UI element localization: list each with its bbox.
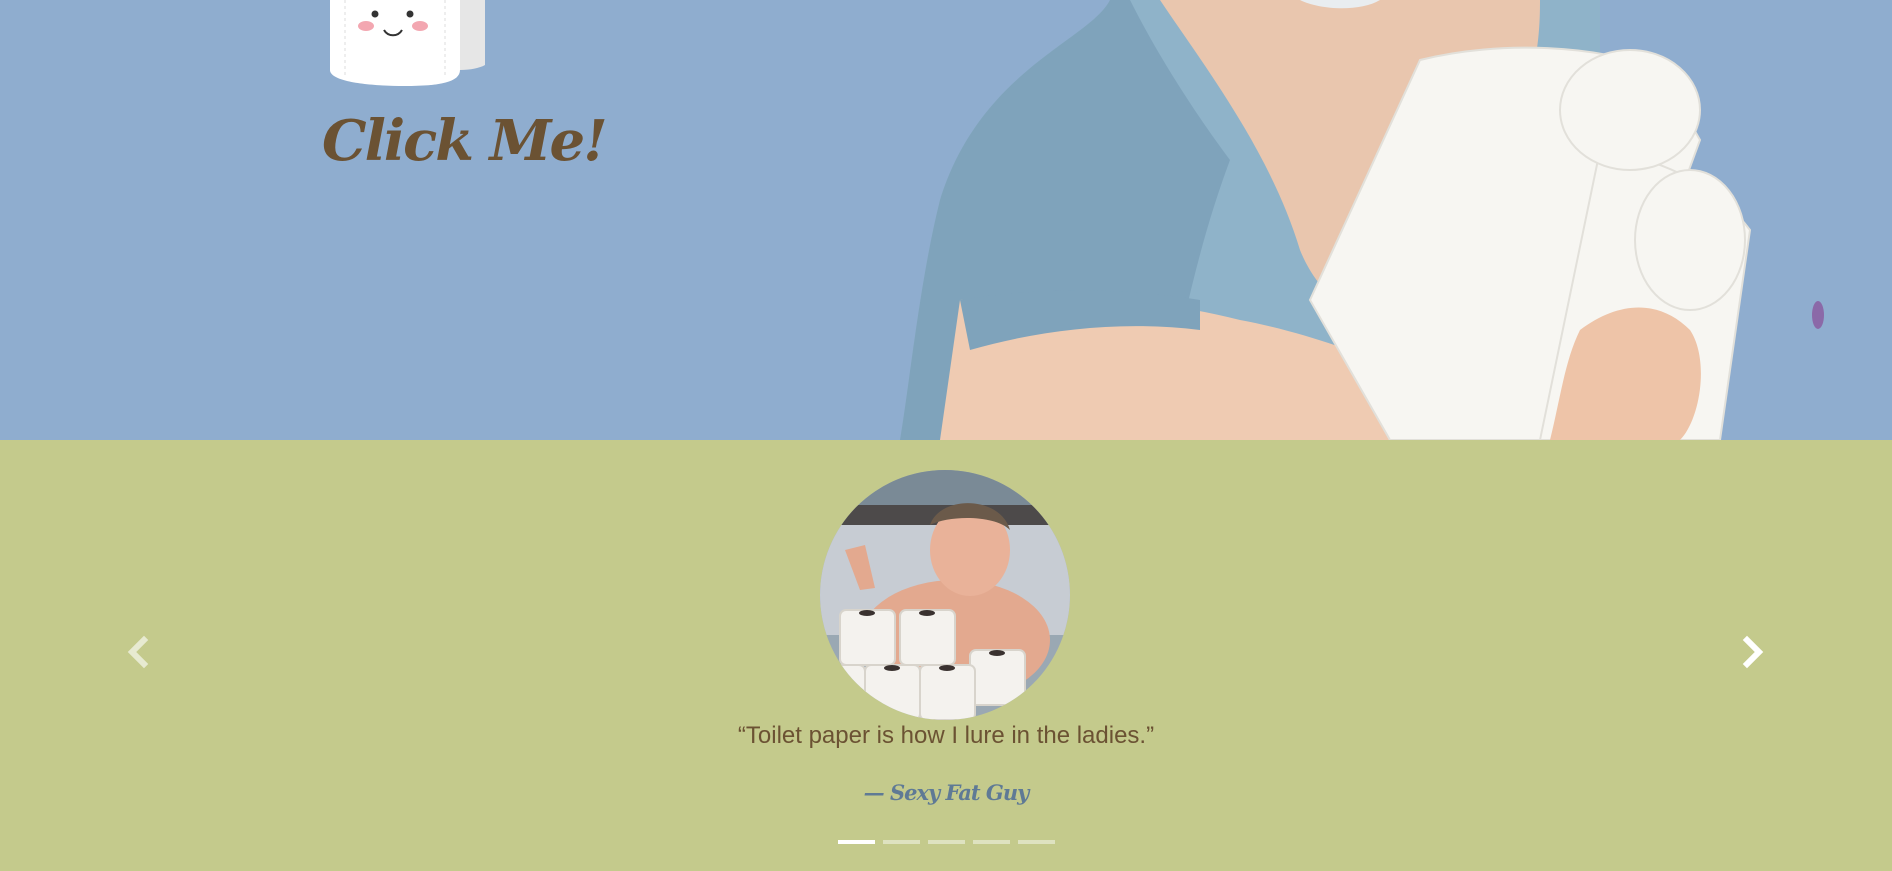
- testimonial-quote: “Toilet paper is how I lure in the ladie…: [737, 722, 1155, 749]
- carousel-indicator-2[interactable]: [882, 840, 920, 844]
- testimonial-author: — Sexy Fat Guy: [863, 780, 1030, 805]
- testimonial-carousel: “Toilet paper is how I lure in the ladie…: [0, 440, 1892, 871]
- carousel-indicator-5[interactable]: [1017, 840, 1055, 844]
- click-me-link[interactable]: Click Me!: [322, 108, 608, 174]
- carousel-indicator-3[interactable]: [927, 840, 965, 844]
- hero-section: Click Me!: [0, 0, 1892, 440]
- hero-photo: [900, 0, 1824, 440]
- carousel-indicator-1[interactable]: [837, 840, 875, 844]
- toilet-paper-mascot-icon[interactable]: [320, 0, 490, 90]
- chevron-left-icon[interactable]: [118, 632, 158, 672]
- carousel-indicator-4[interactable]: [972, 840, 1010, 844]
- carousel-indicators: [0, 840, 1892, 844]
- testimonial-avatar: [820, 470, 1070, 720]
- chevron-right-icon[interactable]: [1733, 632, 1773, 672]
